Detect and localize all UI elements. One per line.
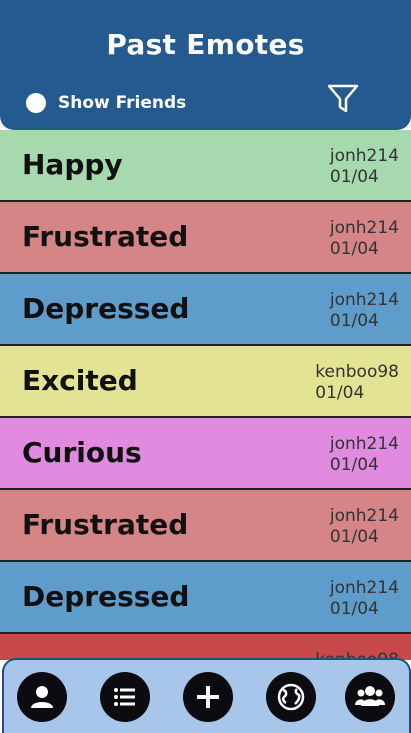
emote-meta: jonh214 01/04 (330, 506, 399, 548)
friends-icon (355, 686, 385, 706)
add-icon (197, 686, 219, 708)
show-friends-toggle[interactable]: Show Friends (26, 93, 186, 113)
emote-list[interactable]: Happy jonh214 01/04 Frustrated jonh214 01/04 D… (0, 130, 411, 660)
page-title: Past Emotes (106, 28, 305, 61)
emote-meta: kenboo9801/04 (315, 362, 399, 404)
toggle-label: Show Friends (58, 93, 187, 113)
emote-user: jonh214 (329, 434, 399, 454)
emote-row[interactable]: Frustrated jonh214 01/04 (0, 202, 411, 274)
emote-meta: jonh214 01/04 (330, 218, 399, 260)
emote-row[interactable]: Happy jonh214 01/04 (0, 130, 411, 202)
filter-icon[interactable] (326, 82, 360, 116)
emote-date: 01/04 (329, 527, 379, 547)
emote-meta: jonh214 01/04 (330, 146, 399, 188)
emote-meta: jonh214 01/04 (330, 578, 399, 620)
emote-date: 01/04 (329, 455, 379, 475)
emotion-label: Curious (22, 436, 142, 469)
bottom-nav (2, 658, 411, 733)
friends-button[interactable] (345, 672, 395, 722)
emote-user: kenboo98 (315, 362, 399, 382)
add-button[interactable] (183, 672, 233, 722)
header: Past Emotes Show Friends (0, 0, 411, 130)
emote-row[interactable]: Angrykenboo9801/04 (0, 634, 411, 660)
globe-icon (277, 683, 305, 711)
emote-user: jonh214 (329, 578, 399, 598)
emotion-label: Happy (22, 148, 123, 181)
emote-date: 01/04 (329, 599, 379, 619)
emote-row[interactable]: Depressed jonh214 01/04 (0, 274, 411, 346)
list-icon (114, 688, 135, 706)
emote-date: 01/04 (329, 167, 379, 187)
emote-user: jonh214 (329, 290, 399, 310)
profile-button[interactable] (17, 672, 67, 722)
emote-row[interactable]: Frustrated jonh214 01/04 (0, 490, 411, 562)
profile-icon (31, 686, 53, 708)
toggle-radio[interactable] (26, 93, 46, 113)
emote-meta: jonh214 01/04 (330, 290, 399, 332)
emote-meta: jonh214 01/04 (330, 434, 399, 476)
emote-user: jonh214 (329, 506, 399, 526)
emote-user: jonh214 (329, 218, 399, 238)
list-button[interactable] (100, 672, 150, 722)
emotion-label: Depressed (22, 580, 190, 613)
emote-row[interactable]: Curious jonh214 01/04 (0, 418, 411, 490)
emotion-label: Frustrated (22, 220, 189, 253)
emotion-label: Excited (22, 364, 138, 397)
emote-date: 01/04 (315, 383, 365, 403)
emotion-label: Depressed (22, 292, 190, 325)
globe-button[interactable] (266, 672, 316, 722)
emote-user: jonh214 (329, 146, 399, 166)
emote-row[interactable]: Depressed jonh214 01/04 (0, 562, 411, 634)
emotion-label: Frustrated (22, 508, 189, 541)
emote-date: 01/04 (329, 311, 379, 331)
emote-row[interactable]: Excited kenboo98 01/04 (0, 346, 411, 418)
emote-date: 01/04 (329, 239, 379, 259)
